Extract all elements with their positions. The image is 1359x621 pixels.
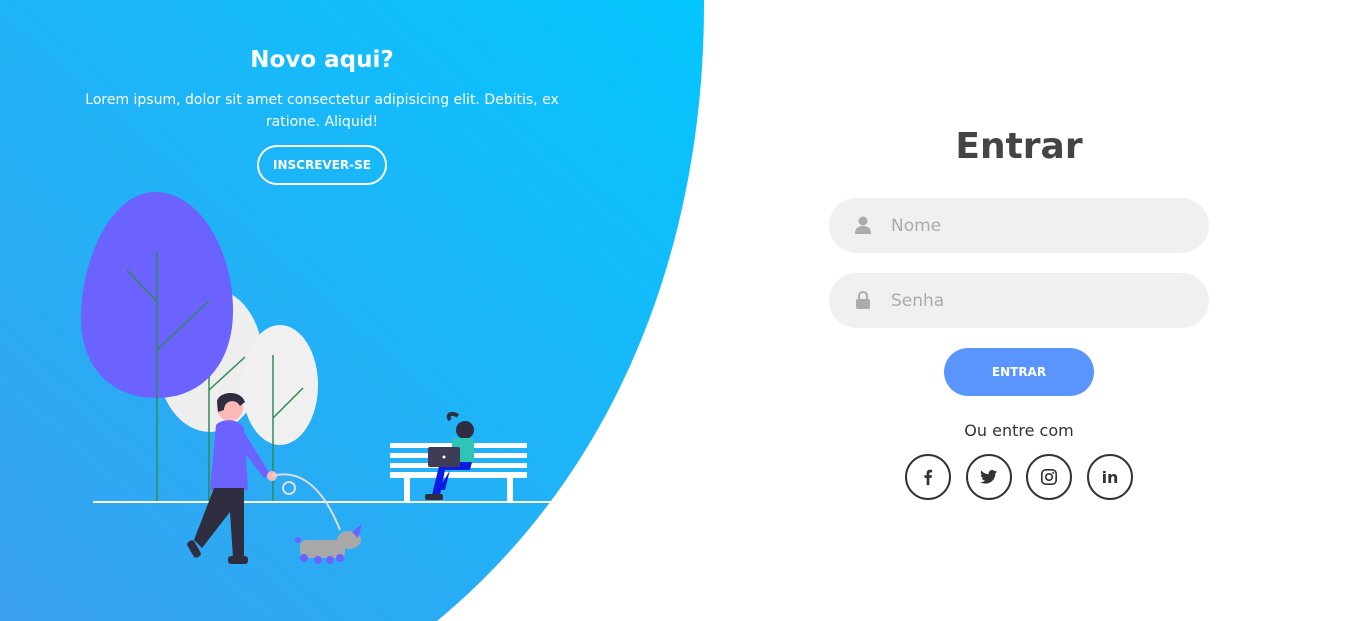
left-panel: Novo aqui? Lorem ipsum, dolor sit amet c… — [0, 0, 700, 621]
twitter-icon — [980, 470, 998, 484]
facebook-icon — [924, 469, 933, 486]
dog — [295, 524, 362, 564]
purple-tree — [80, 192, 234, 503]
password-input[interactable] — [891, 273, 1181, 328]
park-illustration — [80, 192, 555, 564]
password-field[interactable] — [829, 273, 1209, 328]
login-button[interactable]: ENTRAR — [944, 348, 1094, 396]
twitter-button[interactable] — [966, 454, 1012, 500]
form-title: Entrar — [955, 126, 1083, 167]
linkedin-icon: in — [1101, 467, 1119, 487]
user-icon — [855, 216, 871, 234]
social-login-label: Ou entre com — [964, 421, 1074, 440]
facebook-button[interactable] — [905, 454, 951, 500]
linkedin-button[interactable]: in — [1087, 454, 1133, 500]
instagram-icon — [1040, 468, 1058, 486]
white-tree-right — [242, 325, 318, 503]
lock-icon — [856, 291, 870, 309]
instagram-button[interactable] — [1026, 454, 1072, 500]
woman-with-laptop — [425, 411, 474, 500]
username-field[interactable] — [829, 198, 1209, 253]
username-input[interactable] — [891, 198, 1181, 253]
